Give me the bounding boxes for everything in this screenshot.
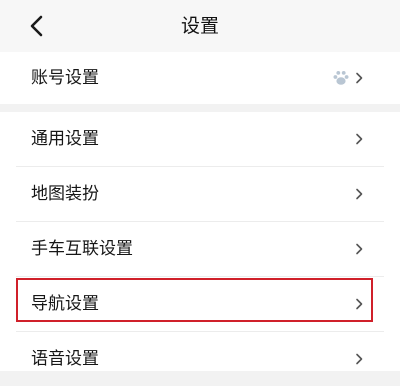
chevron-right-icon (355, 243, 363, 255)
map-decoration-label: 地图装扮 (31, 184, 99, 204)
paw-avatar-icon (332, 69, 350, 87)
account-settings-label: 账号设置 (31, 68, 99, 88)
navigation-settings-label: 导航设置 (31, 294, 99, 314)
voice-settings-label: 语音设置 (31, 349, 99, 369)
chevron-right-icon (355, 188, 363, 200)
voice-settings-item[interactable]: 语音设置 (0, 332, 400, 386)
chevron-right-icon (355, 353, 363, 365)
chevron-left-icon (30, 15, 43, 37)
page-title: 设置 (180, 15, 219, 37)
chevron-right-icon (355, 133, 363, 145)
general-settings-item[interactable]: 通用设置 (0, 112, 400, 166)
settings-list: 通用设置 地图装扮 手车互联设置 导航设置 语音设置 (0, 112, 400, 371)
account-settings-item[interactable]: 账号设置 (0, 52, 400, 104)
general-settings-label: 通用设置 (31, 129, 99, 149)
back-button[interactable] (22, 10, 54, 42)
phone-car-link-settings-item[interactable]: 手车互联设置 (0, 222, 400, 276)
phone-car-link-settings-label: 手车互联设置 (31, 239, 133, 259)
navigation-settings-item[interactable]: 导航设置 (0, 277, 400, 331)
account-settings-card: 账号设置 (0, 52, 400, 104)
chevron-right-icon (355, 298, 363, 310)
top-navigation-bar: 设置 (0, 0, 400, 52)
chevron-right-icon (355, 72, 363, 84)
map-decoration-item[interactable]: 地图装扮 (0, 167, 400, 221)
